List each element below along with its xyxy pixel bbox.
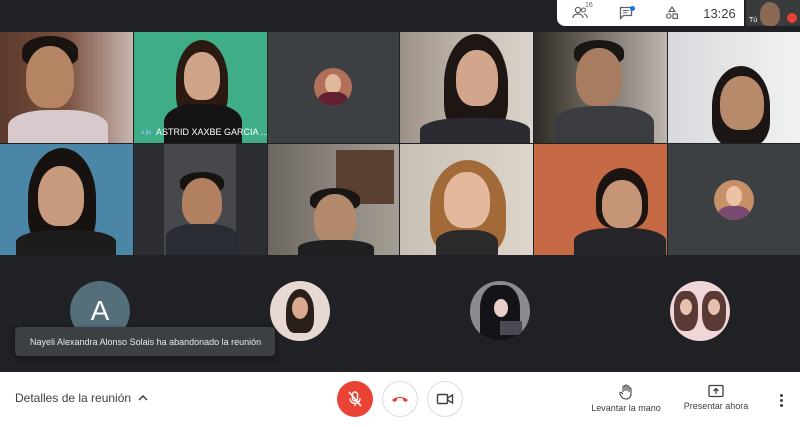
more-vert-icon[interactable]: [774, 390, 788, 410]
participant-avatar[interactable]: [670, 281, 730, 341]
chevron-up-icon: [138, 394, 148, 401]
chat-unread-dot: [630, 6, 635, 11]
meeting-clock: 13:26: [703, 5, 736, 21]
present-now-label: Presentar ahora: [683, 401, 749, 411]
activities-button[interactable]: [649, 0, 695, 26]
self-video: [760, 2, 780, 26]
mic-off-icon: [348, 391, 362, 407]
hangup-button[interactable]: [382, 381, 418, 417]
speaker-name-tag: ASTRID XAXBE GARCIA ...: [142, 127, 267, 137]
video-tile[interactable]: [0, 144, 133, 255]
mic-off-indicator-icon: [787, 13, 797, 23]
speaker-name: ASTRID XAXBE GARCIA ...: [156, 127, 267, 137]
mic-toggle-button[interactable]: [337, 381, 373, 417]
phone-hangup-icon: [392, 397, 408, 402]
self-label: Tú: [749, 17, 758, 24]
present-screen-icon: [708, 384, 724, 398]
chat-button[interactable]: [603, 0, 649, 26]
camera-toggle-button[interactable]: [427, 381, 463, 417]
video-tile[interactable]: [268, 144, 399, 255]
participants-count: 16: [585, 2, 593, 9]
video-tile[interactable]: [534, 32, 667, 143]
video-tile[interactable]: [0, 32, 133, 143]
video-tile[interactable]: [668, 32, 800, 143]
meeting-details-label: Detalles de la reunión: [15, 391, 132, 405]
raise-hand-button[interactable]: Levantar la mano: [590, 384, 662, 413]
meeting-info-bar: 16 13:26: [557, 0, 744, 26]
video-tile-camera-off[interactable]: [668, 144, 800, 255]
self-view-tile[interactable]: Tú: [746, 0, 800, 26]
participant-avatar: [714, 180, 754, 220]
video-tile[interactable]: [400, 144, 533, 255]
present-now-button[interactable]: Presentar ahora: [680, 384, 752, 411]
participant-avatar[interactable]: [270, 281, 330, 341]
participant-avatar: [314, 68, 352, 106]
participants-button[interactable]: 16: [557, 0, 603, 26]
audio-level-icon: [142, 129, 151, 135]
video-tile-camera-off[interactable]: [268, 32, 399, 143]
participant-left-toast: Nayeli Alexandra Alonso Solais ha abando…: [15, 327, 275, 356]
bottom-control-bar: Detalles de la reunión Levantar la mano …: [0, 372, 800, 427]
raise-hand-label: Levantar la mano: [591, 403, 661, 413]
video-tile[interactable]: [534, 144, 667, 255]
toast-message: Nayeli Alexandra Alonso Solais ha abando…: [30, 336, 262, 347]
shapes-icon: [665, 6, 679, 20]
video-tile[interactable]: [134, 144, 267, 255]
meeting-stage: ASTRID XAXBE GARCIA ... A Nayeli Alexand…: [0, 0, 800, 372]
hand-icon: [619, 384, 632, 400]
videocam-icon: [436, 393, 454, 405]
video-tile-speaker[interactable]: ASTRID XAXBE GARCIA ...: [134, 32, 267, 143]
participant-avatar[interactable]: [470, 281, 530, 341]
meeting-details-button[interactable]: Detalles de la reunión: [15, 391, 149, 405]
video-tile[interactable]: [400, 32, 533, 143]
